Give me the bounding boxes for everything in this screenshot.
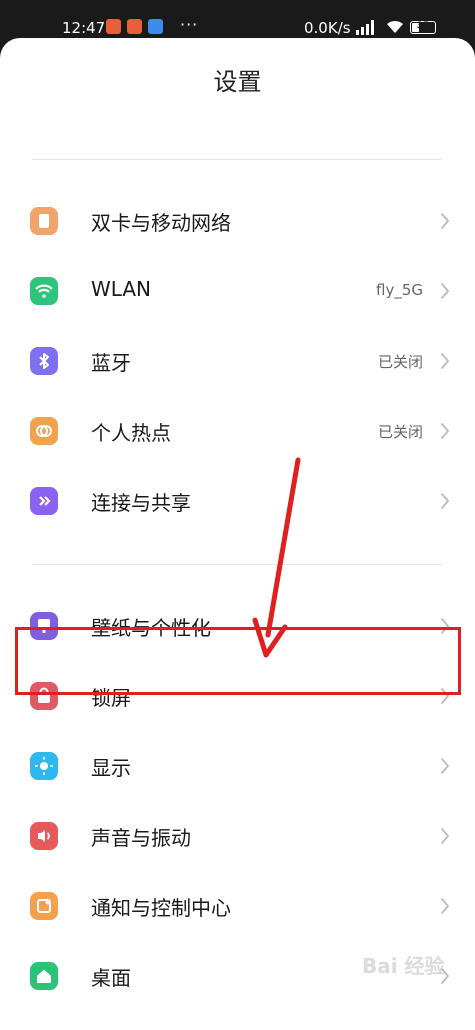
sim-card-icon — [30, 207, 58, 235]
chevron-right-icon — [441, 283, 449, 299]
sound-icon — [30, 822, 58, 850]
chevron-right-icon — [441, 758, 449, 774]
settings-item-value: 已关闭 — [377, 423, 423, 441]
settings-item-value: 已关闭 — [377, 353, 423, 371]
watermark: Bai 经验 — [362, 954, 445, 978]
status-time: 12:47 — [62, 19, 106, 37]
divider — [32, 159, 442, 160]
settings-item-value: fly_5G — [376, 281, 423, 299]
chevron-right-icon — [441, 898, 449, 914]
settings-item[interactable]: 声音与振动 — [0, 801, 475, 871]
app-notification-icon — [106, 19, 121, 34]
chevron-right-icon — [441, 353, 449, 369]
connection-icon — [30, 487, 58, 515]
settings-item-label: 声音与振动 — [91, 826, 191, 850]
wifi-status-icon — [387, 20, 403, 33]
settings-item[interactable]: 双卡与移动网络 — [0, 186, 475, 256]
battery-icon: 35 — [410, 21, 436, 34]
settings-item-label: 桌面 — [91, 966, 131, 990]
notification-icon — [30, 892, 58, 920]
settings-item-label: 蓝牙 — [91, 351, 131, 375]
settings-item-label: WLAN — [91, 277, 152, 301]
chevron-right-icon — [441, 423, 449, 439]
battery-level: 35 — [416, 21, 430, 31]
app-notification-icon — [148, 19, 163, 34]
settings-item[interactable]: WLAN fly_5G — [0, 256, 475, 326]
bluetooth-icon — [30, 347, 58, 375]
settings-item-label: 通知与控制中心 — [91, 896, 231, 920]
chevron-right-icon — [441, 828, 449, 844]
settings-item[interactable]: 通知与控制中心 — [0, 871, 475, 941]
settings-item-label: 连接与共享 — [91, 491, 191, 515]
settings-item[interactable]: 个人热点 已关闭 — [0, 396, 475, 466]
settings-item[interactable]: 连接与共享 — [0, 466, 475, 536]
signal-icon — [356, 20, 374, 35]
wifi-icon — [30, 277, 58, 305]
annotation-arrow — [252, 457, 301, 658]
settings-item-label: 显示 — [91, 756, 131, 780]
network-speed: 0.0K/s — [304, 19, 351, 37]
settings-item[interactable]: 显示 — [0, 731, 475, 801]
divider — [32, 564, 442, 565]
chevron-right-icon — [441, 213, 449, 229]
home-icon — [30, 962, 58, 990]
chevron-right-icon — [441, 493, 449, 509]
display-icon — [30, 752, 58, 780]
page-title: 设置 — [213, 68, 262, 96]
hotspot-icon — [30, 417, 58, 445]
more-notifications-icon: ··· — [180, 15, 199, 34]
settings-item[interactable]: 蓝牙 已关闭 — [0, 326, 475, 396]
highlight-box — [15, 627, 461, 695]
settings-item-label: 个人热点 — [91, 421, 171, 445]
app-notification-icon — [127, 19, 142, 34]
settings-item-label: 双卡与移动网络 — [91, 211, 231, 235]
